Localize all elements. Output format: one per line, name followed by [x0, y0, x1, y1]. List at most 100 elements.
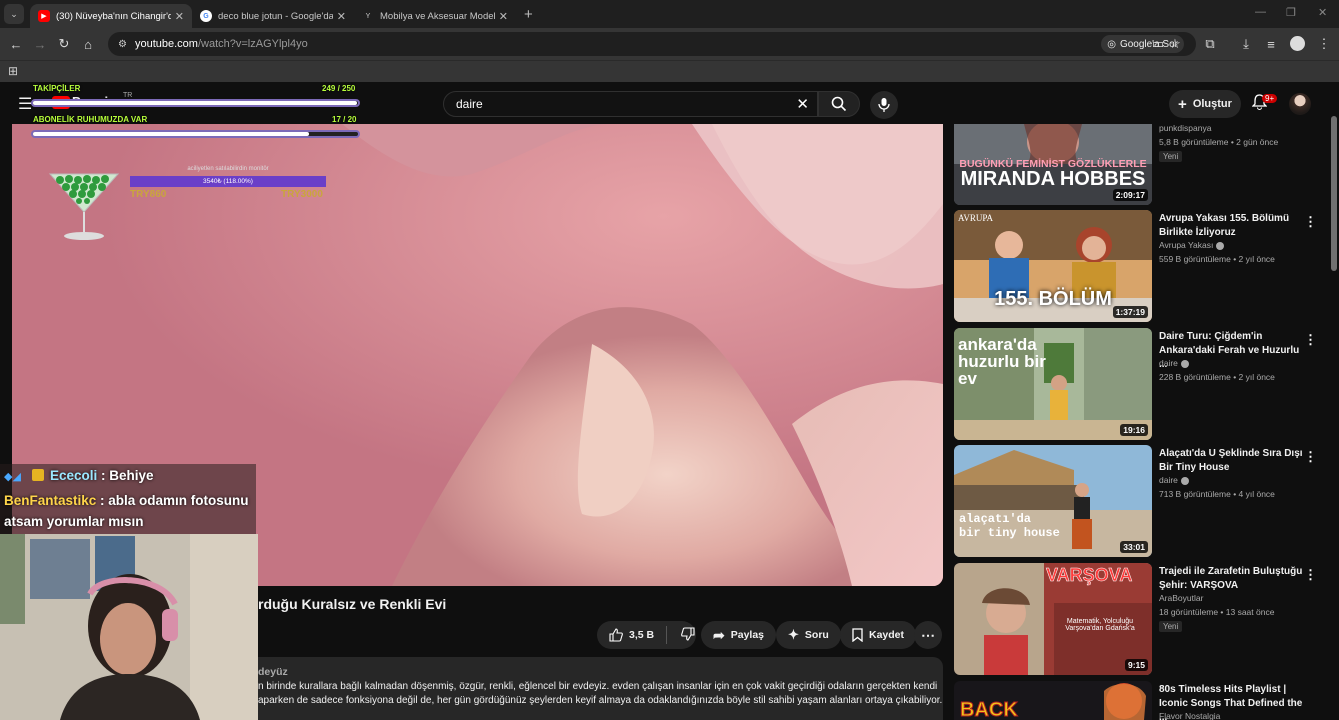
donation-goal-start: TRY860 — [130, 189, 167, 200]
like-dislike-group: 3,5 B — [597, 621, 696, 649]
dislike-button[interactable] — [681, 626, 695, 644]
search-button[interactable] — [818, 91, 860, 117]
close-tab-icon[interactable]: ✕ — [175, 10, 184, 23]
maximize-icon[interactable]: ❐ — [1286, 6, 1296, 19]
extensions-icon[interactable]: ⧉ — [1198, 36, 1222, 52]
video-duration: 33:01 — [1120, 541, 1148, 553]
video-thumbnail[interactable]: ankara'da huzurlu bir ev 19:16 — [954, 328, 1152, 440]
youtube-favicon-icon: ▶ — [38, 10, 50, 22]
browser-tab-youtube[interactable]: ▶ (30) Nüveyba'nın Cihangir'de T ✕ — [30, 4, 192, 28]
channel-name[interactable]: Flavor Nostalgia — [1159, 711, 1220, 720]
save-button[interactable]: Kaydet — [840, 621, 917, 649]
thumbnail-caption: MIRANDA HOBBES — [960, 168, 1146, 190]
verified-icon — [1216, 241, 1225, 250]
more-horizontal-icon: ⋯ — [921, 626, 935, 643]
ask-button[interactable]: ✦ Soru — [776, 621, 841, 649]
video-thumbnail[interactable]: BACK — [954, 681, 1152, 720]
thumbnail-caption: alaçatı'da — [959, 512, 1032, 526]
home-icon[interactable]: ⌂ — [76, 37, 100, 52]
video-meta: 5,8 B görüntüleme • 2 gün önce — [1159, 137, 1279, 147]
browser-menu-icon[interactable]: ⋮ — [1312, 36, 1336, 52]
followers-goal-count: 249 / 250 — [322, 84, 356, 93]
thumbnail-caption: VARŞOVA — [1046, 565, 1133, 586]
notification-count-badge: 9+ — [1262, 94, 1278, 103]
url-host: youtube.com — [134, 38, 198, 50]
chat-badge-icon: ◆◢ — [4, 471, 21, 483]
video-title: rduğu Kuralsız ve Renkli Evi — [258, 596, 447, 612]
reload-icon[interactable]: ↻ — [52, 36, 76, 52]
voice-search-button[interactable] — [870, 91, 898, 119]
url-bar[interactable]: ⚙ youtube.com/watch?v=lzAGYlpl4yo ◎ Goog… — [108, 32, 1196, 56]
sparkle-icon: ✦ — [788, 627, 799, 642]
download-icon[interactable]: ⤓ — [1234, 36, 1258, 52]
close-tab-icon[interactable]: ✕ — [337, 10, 346, 23]
channel-name[interactable]: daire — [1159, 358, 1189, 368]
donation-goal-title: aciliyetlen satılabilirdin monitör — [187, 166, 269, 172]
video-thumbnail[interactable]: BUGÜNKÜ FEMİNİST GÖZLÜKLERLE MIRANDA HOB… — [954, 124, 1152, 205]
chat-username: Ececoli — [50, 468, 98, 483]
browser-tab-mobilya[interactable]: Y Mobilya ve Aksesuar Modelleri ✕ — [354, 4, 516, 28]
thumbnail-caption: bir tiny house — [959, 526, 1060, 540]
like-count: 3,5 B — [629, 629, 655, 641]
more-options-icon[interactable]: ⋮ — [1304, 567, 1317, 583]
recommended-video[interactable]: BUGÜNKÜ FEMİNİST GÖZLÜKLERLE MIRANDA HOB… — [954, 111, 1324, 205]
followers-progress-fill — [33, 101, 357, 105]
video-thumbnail[interactable]: alaçatı'da bir tiny house 33:01 — [954, 445, 1152, 557]
more-options-icon[interactable]: ⋮ — [1304, 449, 1317, 465]
subs-progress-fill — [33, 132, 310, 136]
profile-icon[interactable] — [1290, 36, 1305, 51]
bookmark-icon — [852, 628, 863, 642]
new-badge: Yeni — [1159, 151, 1183, 162]
recommended-video[interactable]: VARŞOVA Matematik, Yolculuğu Varşova'dan… — [954, 563, 1324, 675]
back-icon[interactable]: ← — [4, 37, 28, 52]
tab-title: (30) Nüveyba'nın Cihangir'de T — [56, 10, 171, 22]
channel-name[interactable]: AraBoyutlar — [1159, 593, 1203, 603]
recommended-video[interactable]: alaçatı'da bir tiny house 33:01 Alaçatı'… — [954, 445, 1324, 557]
channel-name[interactable]: punkdispanya — [1159, 123, 1211, 133]
recommended-video[interactable]: AVRUPA 155. BÖLÜM 1:37:19 Avrupa Yakası … — [954, 210, 1324, 322]
browser-tab-google[interactable]: G deco blue jotun - Google'da A ✕ — [192, 4, 354, 28]
webcam-overlay — [0, 534, 258, 720]
page-scrollbar[interactable] — [1331, 116, 1337, 271]
chat-username: BenFantastikc — [4, 493, 97, 508]
tab-search-button[interactable]: ⌄ — [4, 4, 24, 24]
new-tab-icon[interactable]: + — [524, 6, 533, 23]
search-input[interactable]: daire ✕ — [443, 91, 818, 117]
minimize-icon[interactable]: — — [1255, 6, 1266, 18]
bookmarks-bar: ⊞ — [0, 60, 1339, 82]
channel-name[interactable]: Avrupa Yakası — [1159, 240, 1225, 250]
url-path: /watch?v=lzAGYlpl4yo — [197, 38, 308, 50]
more-options-icon[interactable]: ⋮ — [1304, 332, 1317, 348]
media-icon[interactable]: ≡ — [1259, 37, 1283, 52]
video-thumbnail[interactable]: VARŞOVA Matematik, Yolculuğu Varşova'dan… — [954, 563, 1152, 675]
thumbs-down-icon — [681, 626, 695, 641]
like-button[interactable]: 3,5 B — [609, 628, 654, 642]
video-description[interactable]: deyüz n birinde kurallara bağlı kalmadan… — [258, 657, 943, 720]
video-title[interactable]: Trajedi ile Zarafetin Buluştuğu Şehir: V… — [1159, 565, 1304, 593]
clear-search-icon[interactable]: ✕ — [796, 95, 809, 113]
more-options-icon[interactable]: ⋮ — [1304, 214, 1317, 230]
close-window-icon[interactable]: ✕ — [1318, 6, 1327, 19]
yandex-favicon-icon: Y — [365, 12, 371, 20]
ask-label: Soru — [804, 629, 829, 641]
verified-icon — [1180, 476, 1189, 485]
verified-icon — [1180, 359, 1189, 368]
recommended-video[interactable]: ankara'da huzurlu bir ev 19:16 Daire Tur… — [954, 328, 1324, 440]
apps-grid-icon[interactable]: ⊞ — [8, 64, 18, 78]
video-title[interactable]: Alaçatı'da U Şeklinde Sıra Dışı Bir Tiny… — [1159, 447, 1304, 475]
thumbs-up-icon — [609, 628, 623, 642]
recommended-video[interactable]: BACK 80s Timeless Hits Playlist | Iconic… — [954, 681, 1324, 720]
description-header: deyüz — [258, 666, 288, 678]
site-info-icon[interactable]: ⚙ — [118, 39, 127, 50]
close-tab-icon[interactable]: ✕ — [499, 10, 508, 23]
channel-name[interactable]: daire — [1159, 475, 1189, 485]
description-line: n birinde kurallara bağlı kalmadan döşen… — [258, 681, 938, 692]
cocktail-glass-icon — [48, 173, 120, 240]
video-thumbnail[interactable]: AVRUPA 155. BÖLÜM 1:37:19 — [954, 210, 1152, 322]
more-actions-button[interactable]: ⋯ — [914, 621, 942, 649]
video-title[interactable]: Avrupa Yakası 155. Bölümü Birlikte İzliy… — [1159, 212, 1304, 240]
forward-icon[interactable]: → — [28, 37, 52, 52]
share-button[interactable]: ➦ Paylaş — [701, 621, 777, 649]
bookmark-star-icon[interactable]: ☆ — [1163, 36, 1187, 52]
followers-progress-bar — [31, 99, 360, 107]
